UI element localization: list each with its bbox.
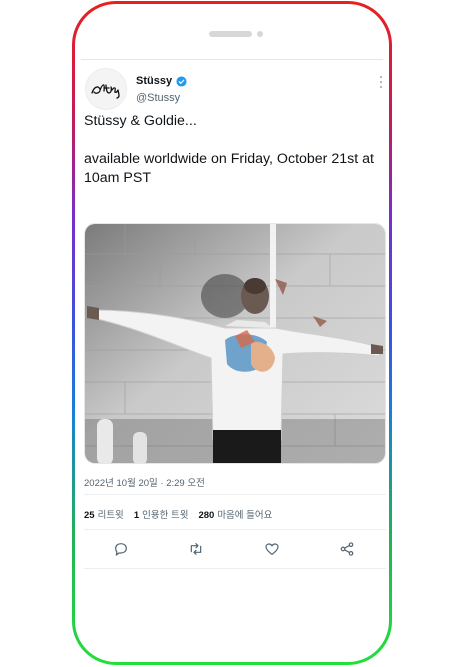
photo-image: [85, 224, 385, 463]
retweets-stat[interactable]: 25 리트윗: [84, 507, 124, 521]
tweet-text: Stüssy & Goldie... available worldwide o…: [84, 113, 374, 186]
avatar[interactable]: [85, 68, 127, 110]
action-bar: [83, 540, 385, 558]
tweet-timestamp[interactable]: 2022년 10월 20일 · 2:29 오전: [84, 475, 205, 489]
likes-count: 280: [198, 510, 215, 521]
handle[interactable]: @Stussy: [136, 92, 180, 104]
display-name[interactable]: Stüssy: [136, 75, 172, 87]
reply-icon[interactable]: [112, 540, 130, 558]
quotes-stat[interactable]: 1 인용한 트윗: [134, 507, 189, 521]
header-divider: [81, 59, 383, 60]
retweet-icon[interactable]: [187, 540, 205, 558]
heart-icon[interactable]: [263, 540, 281, 558]
engagement-stats: 25 리트윗 1 인용한 트윗 280 마음에 들어요: [84, 507, 272, 521]
quotes-label: 인용한 트윗: [142, 510, 189, 521]
more-options-icon[interactable]: [379, 76, 383, 88]
author-name-row: Stüssy: [136, 75, 187, 87]
quotes-count: 1: [133, 510, 140, 521]
phone-camera: [257, 31, 263, 37]
stussy-logo-icon: [91, 84, 120, 99]
phone-frame: Stüssy @Stussy Stüssy & Goldie... availa…: [72, 1, 392, 665]
likes-label: 마음에 들어요: [217, 510, 273, 521]
divider: [84, 529, 386, 530]
divider: [84, 494, 386, 495]
phone-speaker: [209, 31, 252, 37]
retweets-count: 25: [84, 510, 95, 521]
verified-badge-icon: [176, 75, 187, 87]
tweet-photo[interactable]: [84, 223, 386, 464]
share-icon[interactable]: [338, 540, 356, 558]
likes-stat[interactable]: 280 마음에 들어요: [198, 507, 272, 521]
divider: [84, 568, 386, 569]
retweets-label: 리트윗: [97, 510, 124, 521]
